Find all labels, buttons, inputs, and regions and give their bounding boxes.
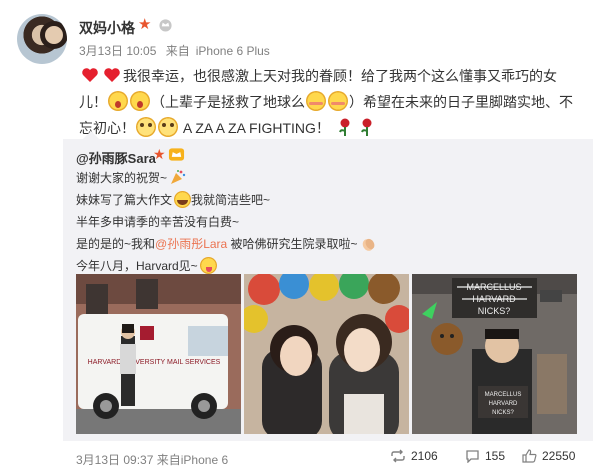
repost-line4b: 被哈佛研究生院录取啦~ [227, 237, 358, 251]
photo-meme[interactable]: MARCELLUS HARVARD NICKS? MARCELLUS HARVA… [412, 274, 577, 434]
source-prefix: 来自 [156, 453, 181, 467]
member-crown-icon[interactable] [168, 146, 185, 162]
post-text: 我很幸运，也很感激上天对我的眷顾！给了我两个这么懂事又乖巧的女 儿！ （上辈子是拯… [79, 63, 577, 141]
post-timestamp[interactable]: 3月13日 10:05 [79, 44, 156, 58]
meme-text-3: NICKS? [478, 306, 511, 316]
post-text-line2a: 儿！ [79, 94, 107, 110]
rose-emoji-icon [357, 117, 377, 137]
avatar[interactable] [17, 14, 67, 64]
sign-text-2: HARVARD [489, 401, 518, 407]
repost-line2a: 妹妹写了篇大作文 [76, 193, 173, 207]
repost-line1: 谢谢大家的祝贺~ [76, 171, 168, 185]
repost-timestamp[interactable]: 3月13日 09:37 [76, 453, 153, 467]
comment-icon [466, 450, 479, 463]
repost-line2b: 我就简洁些吧~ [191, 193, 271, 207]
heart-emoji-icon [80, 65, 100, 85]
repost-source[interactable]: iPhone 6 [181, 453, 228, 467]
repost-meta: 3月13日 09:37 来自iPhone 6 [76, 451, 228, 468]
rose-emoji-icon [335, 117, 355, 137]
mention-link[interactable]: @孙雨彤Lara [155, 237, 227, 251]
van-label: HARVARD UNIVERSITY MAIL SERVICES [88, 359, 221, 366]
like-count: 22550 [542, 449, 576, 463]
blush-emoji-icon [306, 91, 326, 111]
sign-text-1: MARCELLUS [485, 392, 522, 398]
verified-star-icon[interactable]: ★ [153, 146, 166, 163]
repost-count: 2106 [411, 449, 438, 463]
repost-author[interactable]: @孙雨豚Sara [76, 148, 156, 167]
sign-text-3: NICKS? [492, 410, 514, 416]
heart-emoji-icon [102, 65, 122, 85]
source-prefix: 来自 [165, 44, 190, 58]
repost-line3: 半年多申请季的辛苦没有白费~ [76, 215, 240, 229]
member-crown-icon[interactable] [158, 17, 173, 32]
thumbs-up-icon [522, 449, 537, 463]
shocked-emoji-icon [130, 91, 150, 111]
blush-emoji-icon [328, 91, 348, 111]
repost-line4a: 是的是的~我和 [76, 237, 156, 251]
like-count-button[interactable]: 22550 [522, 449, 575, 463]
comment-count: 155 [485, 449, 506, 463]
party-popper-icon [169, 169, 186, 186]
post-meta: 3月13日 10:05 来自 iPhone 6 Plus [79, 42, 276, 59]
post-text-line3b: A ZA A ZA FIGHTING！ [179, 120, 330, 136]
photo-selfie[interactable] [244, 274, 409, 434]
post-text-line2c: ）希望在未来的日子里脚踏实地、不 [349, 94, 573, 110]
post-text-line1: 我很幸运，也很感激上天对我的眷顾！给了我两个这么懂事又乖巧的女 [123, 68, 557, 84]
photo-harvard-van[interactable]: HARVARD UNIVERSITY MAIL SERVICES [76, 274, 241, 434]
tongue-emoji-icon [199, 257, 217, 274]
repost-line5a: 今年八月，Harvard见~ [76, 259, 198, 273]
post-username[interactable]: 双妈小格 [79, 18, 135, 38]
post-source[interactable]: iPhone 6 Plus [196, 44, 270, 58]
repost-text: 谢谢大家的祝贺~ 妹妹写了篇大作文 我就简洁些吧~ 半年多申请季的辛苦没有白费~ … [76, 167, 576, 277]
repost-box: @孙雨豚Sara ★ 谢谢大家的祝贺~ 妹妹写了篇大作文 我就简洁些吧~ 半年多申… [63, 131, 593, 441]
repost-icon [391, 449, 405, 463]
shocked-emoji-icon [108, 91, 128, 111]
post-text-line2b: （上辈子是拯救了地球么 [151, 94, 305, 110]
clap-emoji-icon [360, 235, 377, 252]
comment-count-button[interactable]: 155 [465, 449, 505, 463]
verified-star-icon[interactable]: ★ [138, 17, 153, 32]
pleading-emoji-icon [136, 117, 156, 137]
laughing-emoji-icon [174, 191, 192, 208]
repost-count-button[interactable]: 2106 [390, 449, 438, 463]
pleading-emoji-icon [158, 117, 178, 137]
